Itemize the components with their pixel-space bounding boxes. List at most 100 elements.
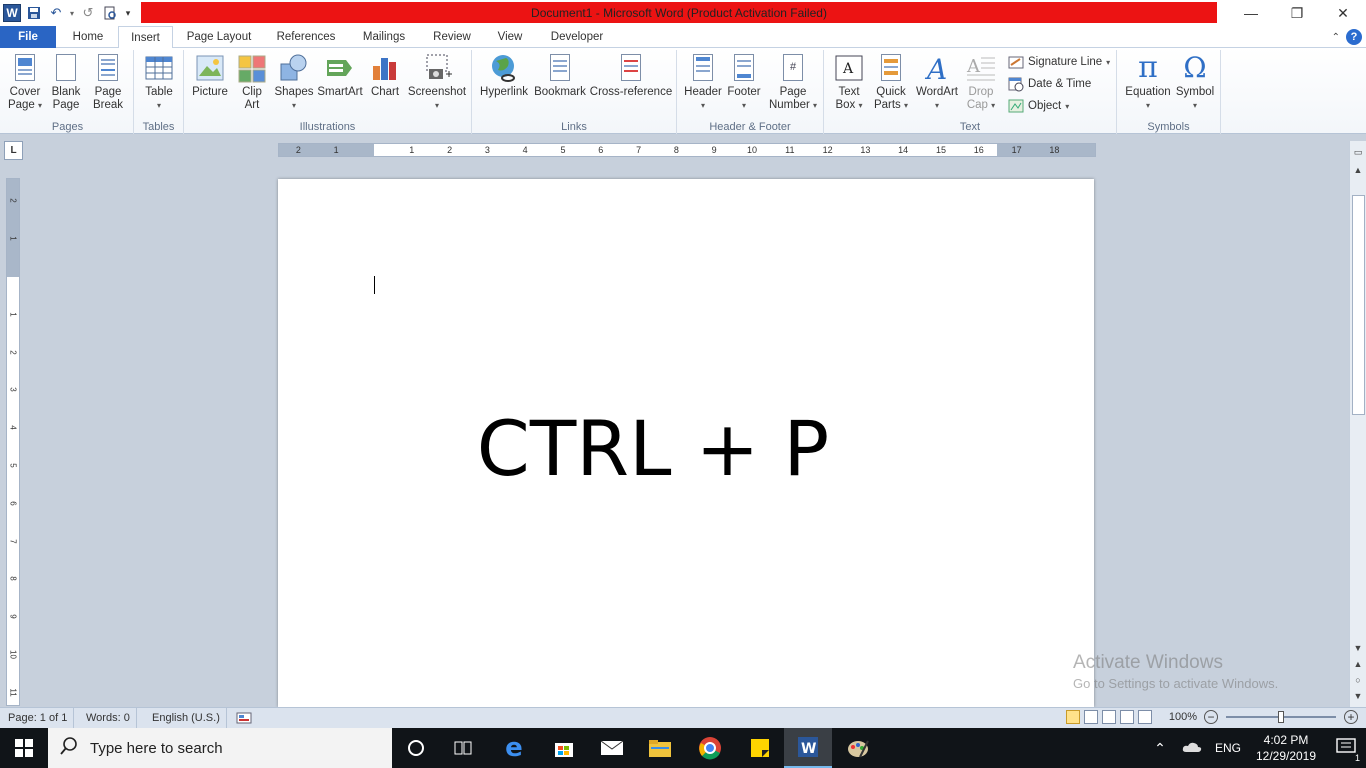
web-layout-icon[interactable] (1102, 710, 1116, 724)
input-language[interactable]: ENG (1210, 741, 1246, 755)
select-browse-object-icon[interactable]: ○ (1351, 673, 1365, 687)
drop-cap-button[interactable]: A Drop Cap ▾ (960, 52, 1002, 112)
tab-insert[interactable]: Insert (118, 26, 173, 49)
page-break-button[interactable]: Page Break (88, 52, 128, 112)
scroll-down-button[interactable]: ▼ (1351, 641, 1365, 655)
document-text[interactable]: CTRL + P (278, 404, 1028, 493)
ruler-number: 6 (8, 501, 18, 506)
zoom-slider[interactable] (1226, 711, 1336, 723)
document-page[interactable]: CTRL + P (278, 179, 1094, 707)
table-button[interactable]: Table ▾ (138, 52, 180, 112)
restore-button[interactable]: ❐ (1274, 0, 1320, 26)
undo-icon[interactable]: ↶ (46, 3, 66, 23)
action-center-icon[interactable]: 1 (1326, 737, 1366, 763)
tab-mailings[interactable]: Mailings (352, 26, 416, 48)
next-page-button[interactable]: ▼ (1351, 689, 1365, 703)
vertical-ruler[interactable]: 2 1 1 2 3 4 5 6 7 8 9 10 11 (6, 178, 20, 706)
tab-selector[interactable]: L (4, 141, 23, 160)
windows-taskbar: Type here to search e W ⌃ ENG 4:02 PM 12… (0, 728, 1366, 768)
cross-reference-button[interactable]: Cross-reference (588, 52, 674, 99)
ruler-number: 1 (333, 145, 339, 155)
draft-view-icon[interactable] (1138, 710, 1152, 724)
picture-button[interactable]: Picture (188, 52, 232, 99)
customize-qat-icon[interactable]: ▾ (122, 3, 134, 23)
vertical-scrollbar[interactable]: ▭ ▲ ▼ ▲ ○ ▼ (1349, 141, 1366, 707)
store-icon[interactable] (540, 728, 588, 768)
blank-page-button[interactable]: Blank Page (46, 52, 86, 112)
save-icon[interactable] (24, 3, 44, 23)
show-hidden-icons-icon[interactable]: ⌃ (1146, 740, 1174, 757)
activate-windows-watermark: Activate Windows Go to Settings to activ… (1073, 652, 1279, 691)
zoom-in-button[interactable]: + (1344, 710, 1358, 724)
tab-view[interactable]: View (488, 26, 532, 48)
tab-page-layout[interactable]: Page Layout (180, 26, 258, 48)
symbol-button[interactable]: Ω Symbol ▾ (1173, 52, 1217, 112)
word-taskbar-icon[interactable]: W (784, 728, 832, 768)
zoom-out-button[interactable]: − (1204, 710, 1218, 724)
screenshot-button[interactable]: Screenshot ▾ (406, 52, 468, 112)
file-explorer-icon[interactable] (636, 728, 684, 768)
ruler-number: 1 (409, 145, 415, 155)
undo-dropdown-icon[interactable]: ▾ (68, 3, 76, 23)
start-button[interactable] (0, 728, 48, 768)
header-button[interactable]: Header ▾ (681, 52, 725, 112)
previous-page-button[interactable]: ▲ (1351, 657, 1365, 671)
shapes-button[interactable]: Shapes ▾ (274, 52, 314, 112)
bookmark-button[interactable]: Bookmark (532, 52, 588, 99)
tab-file[interactable]: File (0, 26, 56, 48)
hyperlink-button[interactable]: Hyperlink (478, 52, 530, 99)
ruler-number: 10 (8, 650, 18, 659)
signature-line-button[interactable]: Signature Line ▾ (1008, 52, 1110, 72)
cover-page-button[interactable]: Cover Page ▾ (4, 52, 46, 112)
tab-home[interactable]: Home (62, 26, 114, 48)
word-count[interactable]: Words: 0 (80, 708, 137, 728)
redo-icon[interactable]: ↺ (78, 3, 98, 23)
tab-review[interactable]: Review (424, 26, 480, 48)
zoom-slider-knob[interactable] (1278, 711, 1284, 723)
sticky-notes-icon[interactable] (736, 728, 784, 768)
help-icon[interactable]: ? (1346, 29, 1362, 45)
taskbar-search-box[interactable]: Type here to search (48, 728, 392, 768)
minimize-button[interactable]: — (1228, 0, 1274, 26)
date-time-button[interactable]: Date & Time (1008, 74, 1091, 94)
horizontal-ruler[interactable]: 2 1 1 2 3 4 5 6 7 8 9 10 11 12 13 14 15 16 17 18 (278, 143, 1096, 157)
word-app-icon[interactable]: W (2, 3, 22, 23)
cortana-icon[interactable] (392, 728, 440, 768)
mail-icon[interactable] (588, 728, 636, 768)
tab-developer[interactable]: Developer (542, 26, 612, 48)
wordart-button[interactable]: A WordArt ▾ (912, 52, 962, 112)
system-clock[interactable]: 4:02 PM 12/29/2019 (1246, 732, 1326, 764)
footer-icon (728, 52, 760, 84)
clip-art-button[interactable]: Clip Art (234, 52, 270, 112)
outline-view-icon[interactable] (1120, 710, 1134, 724)
footer-button[interactable]: Footer ▾ (723, 52, 765, 112)
minimize-ribbon-icon[interactable]: ⌃ (1332, 32, 1340, 43)
onedrive-cloud-icon[interactable] (1174, 741, 1210, 756)
zoom-level[interactable]: 100% (1166, 711, 1200, 723)
full-screen-reading-icon[interactable] (1084, 710, 1098, 724)
page-count[interactable]: Page: 1 of 1 (2, 708, 75, 728)
chrome-icon[interactable] (686, 728, 734, 768)
ruler-number: 1 (8, 312, 18, 317)
text-box-button[interactable]: A Text Box ▾ (828, 52, 870, 112)
tab-references[interactable]: References (268, 26, 344, 48)
scroll-thumb[interactable] (1352, 195, 1365, 415)
page-number-button[interactable]: # Page Number ▾ (767, 52, 819, 112)
close-button[interactable]: ✕ (1320, 0, 1366, 26)
smartart-button[interactable]: SmartArt (316, 52, 364, 99)
equation-button[interactable]: π Equation ▾ (1121, 52, 1175, 112)
edge-browser-icon[interactable]: e (490, 728, 538, 768)
print-layout-view-icon[interactable] (1066, 710, 1080, 724)
task-view-icon[interactable] (440, 728, 488, 768)
macro-record-icon[interactable] (230, 708, 258, 728)
text-box-icon: A (833, 52, 865, 84)
language[interactable]: English (U.S.) (146, 708, 227, 728)
object-button[interactable]: Object ▾ (1008, 96, 1069, 116)
view-ruler-icon[interactable]: ▭ (1351, 145, 1365, 159)
paint-icon[interactable] (834, 728, 882, 768)
scroll-up-button[interactable]: ▲ (1351, 163, 1365, 177)
print-preview-icon[interactable] (100, 3, 120, 23)
chart-button[interactable]: Chart (366, 52, 404, 99)
quick-parts-button[interactable]: Quick Parts ▾ (870, 52, 912, 112)
cross-reference-icon (615, 52, 647, 84)
